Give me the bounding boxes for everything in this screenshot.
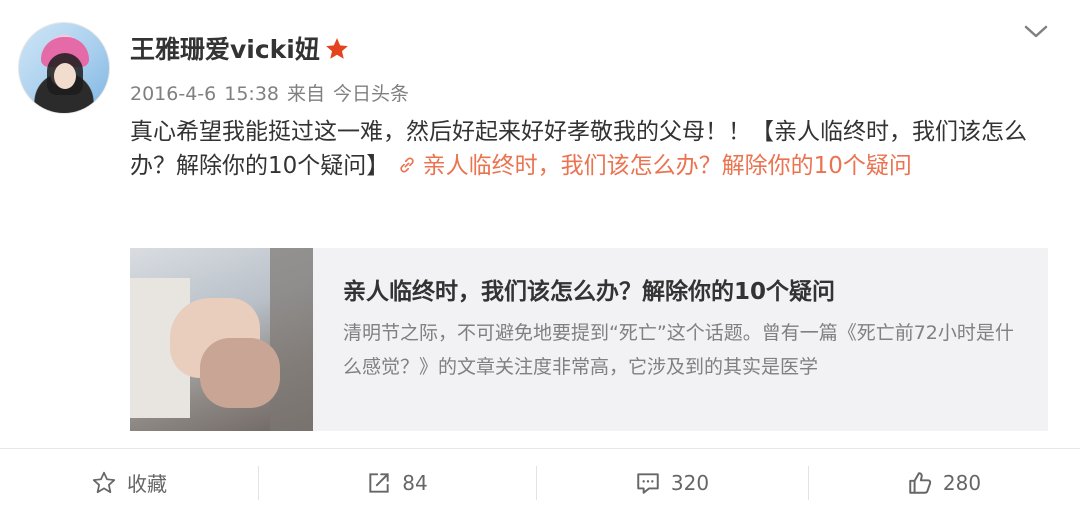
- avatar-face: [54, 63, 76, 89]
- repost-button[interactable]: 84: [258, 449, 536, 516]
- post-source[interactable]: 今日头条: [333, 83, 409, 105]
- from-label: 来自: [287, 83, 326, 105]
- thumbs-up-icon: [909, 471, 932, 494]
- username[interactable]: 王雅珊爱vicki妞: [130, 30, 320, 66]
- like-count: 280: [942, 470, 982, 495]
- card-thumbnail: [130, 248, 313, 431]
- comment-count: 320: [670, 470, 710, 495]
- post-link[interactable]: 亲人临终时，我们该怎么办？解除你的10个疑问: [397, 153, 912, 179]
- favorite-label: 收藏: [127, 472, 167, 496]
- star-outline-icon: [92, 471, 116, 493]
- post-link-text: 亲人临终时，我们该怎么办？解除你的10个疑问: [422, 153, 912, 179]
- like-button[interactable]: 280: [808, 449, 1080, 516]
- share-icon: [369, 472, 389, 493]
- weibo-post: 王雅珊爱vicki妞 2016-4-6 15:38 来自 今日头条 真心希望我能挺过这…: [0, 0, 1080, 516]
- comment-icon: [637, 472, 659, 494]
- link-card[interactable]: 亲人临终时，我们该怎么办？解除你的10个疑问 清明节之际，不可避免地要提到“死亡…: [130, 248, 1048, 431]
- post-meta: 2016-4-6 15:38 来自 今日头条: [130, 79, 417, 106]
- repost-count: 84: [402, 470, 428, 495]
- post-body: 真心希望我能挺过这一难，然后好起来好好孝敬我的父母！！【亲人临终时，我们该怎么办…: [130, 115, 1050, 183]
- card-title: 亲人临终时，我们该怎么办？解除你的10个疑问: [343, 279, 836, 305]
- chevron-down-icon[interactable]: [1022, 22, 1050, 42]
- thumb-blanket: [270, 248, 313, 431]
- card-description: 清明节之际，不可避免地要提到“死亡”这个话题。曾有一篇《死亡前72小时是什么感觉…: [343, 322, 1014, 378]
- action-bar: 收藏 84 320 280: [0, 449, 1080, 516]
- link-icon: [399, 157, 414, 173]
- thumb-hand: [200, 338, 280, 408]
- star-icon: [326, 38, 348, 59]
- comment-button[interactable]: 320: [536, 449, 808, 516]
- post-time[interactable]: 15:38: [224, 83, 279, 105]
- post-date[interactable]: 2016-4-6: [130, 83, 216, 105]
- favorite-button[interactable]: 收藏: [0, 449, 258, 516]
- avatar[interactable]: [18, 22, 110, 114]
